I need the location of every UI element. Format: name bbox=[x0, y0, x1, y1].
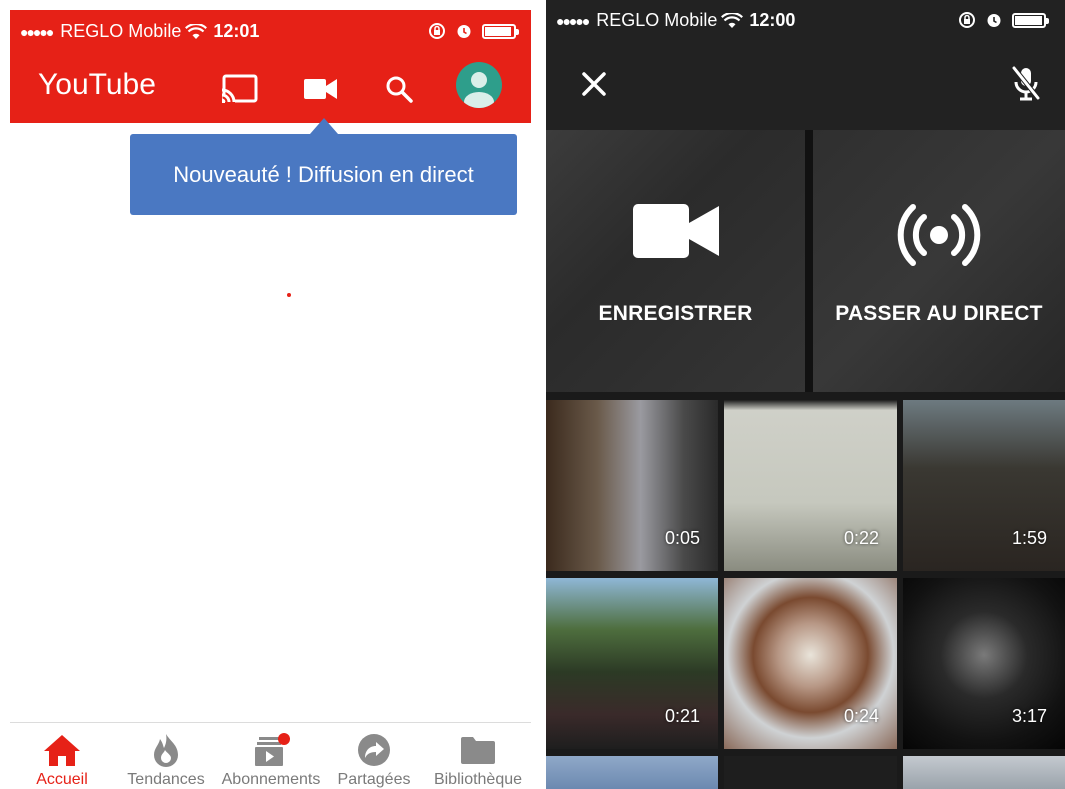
close-button[interactable] bbox=[576, 66, 612, 102]
carrier-name: REGLO Mobile bbox=[596, 10, 718, 30]
nav-label: Bibliothèque bbox=[433, 771, 523, 788]
live-broadcast-icon bbox=[897, 204, 981, 266]
nav-label: Accueil bbox=[36, 771, 88, 788]
record-or-live-screen: ●●●●● REGLO Mobile 12:00 ENREGISTRER PAS… bbox=[546, 0, 1065, 789]
search-icon bbox=[386, 76, 413, 103]
subscriptions-icon bbox=[255, 733, 290, 766]
nav-item-abonnements[interactable]: Abonnements bbox=[216, 723, 326, 789]
live-streaming-tooltip[interactable]: Nouveauté ! Diffusion en direct bbox=[130, 134, 517, 215]
flame-icon bbox=[154, 734, 178, 767]
app-title: YouTube bbox=[38, 68, 156, 101]
rotation-lock-icon bbox=[429, 23, 445, 39]
mode-divider bbox=[805, 130, 813, 392]
video-duration: 1:59 bbox=[1011, 528, 1047, 548]
battery-icon bbox=[1012, 12, 1049, 28]
close-icon bbox=[582, 72, 606, 96]
video-thumbnail[interactable]: 0:05 bbox=[546, 400, 718, 571]
alarm-icon bbox=[987, 14, 1001, 27]
video-duration: 0:24 bbox=[843, 706, 879, 726]
video-duration: 3:17 bbox=[1011, 706, 1047, 726]
video-thumbnail[interactable]: 1:59 bbox=[903, 400, 1065, 571]
video-thumbnail[interactable] bbox=[546, 756, 718, 789]
nav-label: Abonnements bbox=[221, 771, 321, 788]
mute-microphone-button[interactable] bbox=[1008, 64, 1044, 104]
wifi-icon bbox=[721, 12, 744, 28]
camera-top-bar: ●●●●● REGLO Mobile 12:00 bbox=[546, 0, 1065, 130]
video-thumbnail[interactable]: 0:24 bbox=[724, 578, 897, 749]
nav-label: Partagées bbox=[337, 771, 411, 788]
status-time: 12:01 bbox=[213, 21, 260, 41]
video-thumbnail[interactable] bbox=[724, 756, 897, 789]
upload-video-button[interactable] bbox=[298, 66, 344, 112]
search-button[interactable] bbox=[376, 66, 422, 112]
nav-label: Tendances bbox=[127, 771, 205, 788]
video-thumbnail[interactable]: 0:21 bbox=[546, 578, 718, 749]
video-camera-icon bbox=[632, 204, 719, 258]
nav-item-bibliotheque[interactable]: Bibliothèque bbox=[430, 723, 526, 789]
youtube-home-screen: ●●●●● REGLO Mobile 12:01 YouTube Nouveau… bbox=[10, 10, 531, 789]
video-thumbnail[interactable]: 0:22 bbox=[724, 400, 897, 571]
screenshot-pair: ●●●●● REGLO Mobile 12:01 YouTube Nouveau… bbox=[0, 0, 1065, 789]
video-thumbnail[interactable] bbox=[903, 756, 1065, 789]
nav-item-accueil[interactable]: Accueil bbox=[32, 723, 92, 789]
carrier-name: REGLO Mobile bbox=[60, 21, 182, 41]
video-duration: 0:05 bbox=[664, 528, 700, 548]
home-icon bbox=[44, 735, 80, 766]
video-duration: 0:22 bbox=[843, 528, 879, 548]
nav-item-partagees[interactable]: Partagées bbox=[336, 723, 412, 789]
nav-item-tendances[interactable]: Tendances bbox=[124, 723, 208, 789]
account-icon bbox=[464, 72, 494, 108]
share-icon bbox=[358, 734, 390, 766]
signal-strength: ●●●●● bbox=[20, 23, 54, 40]
signal-strength: ●●●●● bbox=[556, 12, 590, 29]
go-live-label: PASSER AU DIRECT bbox=[835, 302, 1043, 325]
record-label: ENREGISTRER bbox=[598, 302, 753, 325]
video-thumbnail[interactable]: 3:17 bbox=[903, 578, 1065, 749]
cast-icon bbox=[221, 74, 258, 104]
loading-indicator bbox=[287, 293, 291, 297]
go-live-button[interactable]: PASSER AU DIRECT bbox=[813, 130, 1065, 392]
video-camera-icon bbox=[304, 79, 337, 99]
tooltip-arrow bbox=[310, 118, 338, 134]
rotation-lock-icon bbox=[959, 12, 975, 28]
wifi-icon bbox=[185, 23, 208, 39]
mic-off-icon bbox=[1012, 66, 1040, 101]
record-button[interactable]: ENREGISTRER bbox=[546, 130, 805, 392]
status-bar: ●●●●● REGLO Mobile 12:01 bbox=[10, 10, 531, 54]
cast-button[interactable] bbox=[216, 66, 262, 112]
account-avatar[interactable] bbox=[456, 62, 502, 108]
status-bar: ●●●●● REGLO Mobile 12:00 bbox=[546, 0, 1065, 44]
bottom-navigation: Accueil Tendances Abonnements Partagées bbox=[10, 722, 531, 789]
folder-icon bbox=[461, 737, 495, 764]
status-time: 12:00 bbox=[749, 10, 796, 30]
battery-icon bbox=[482, 23, 519, 39]
video-duration: 0:21 bbox=[664, 706, 700, 726]
alarm-icon bbox=[457, 25, 471, 38]
app-header: ●●●●● REGLO Mobile 12:01 YouTube bbox=[10, 10, 531, 123]
